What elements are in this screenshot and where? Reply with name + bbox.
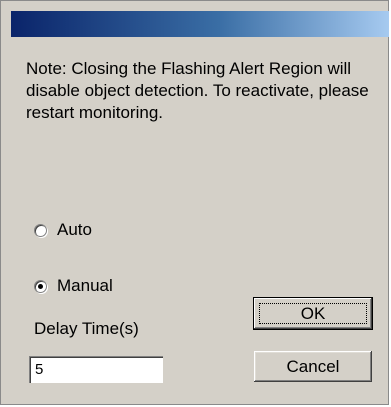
dialog-title <box>11 17 17 31</box>
radio-auto-button[interactable] <box>34 223 47 237</box>
alert-dialog: Note: Closing the Flashing Alert Region … <box>0 0 389 405</box>
radio-auto[interactable]: Auto <box>34 220 92 240</box>
dialog-titlebar[interactable] <box>11 11 389 37</box>
radio-manual-label[interactable]: Manual <box>57 276 113 296</box>
delay-time-label: Delay Time(s) <box>34 319 139 338</box>
ok-button[interactable]: OK <box>254 298 372 329</box>
note-text: Note: Closing the Flashing Alert Region … <box>26 59 369 122</box>
cancel-button-label: Cancel <box>286 356 340 376</box>
delay-time-input[interactable] <box>29 356 163 383</box>
radio-auto-label[interactable]: Auto <box>57 220 92 240</box>
cancel-button[interactable]: Cancel <box>254 351 372 382</box>
radio-manual-button[interactable] <box>34 279 47 293</box>
radio-manual[interactable]: Manual <box>34 276 113 296</box>
ok-button-label: OK <box>300 303 326 323</box>
